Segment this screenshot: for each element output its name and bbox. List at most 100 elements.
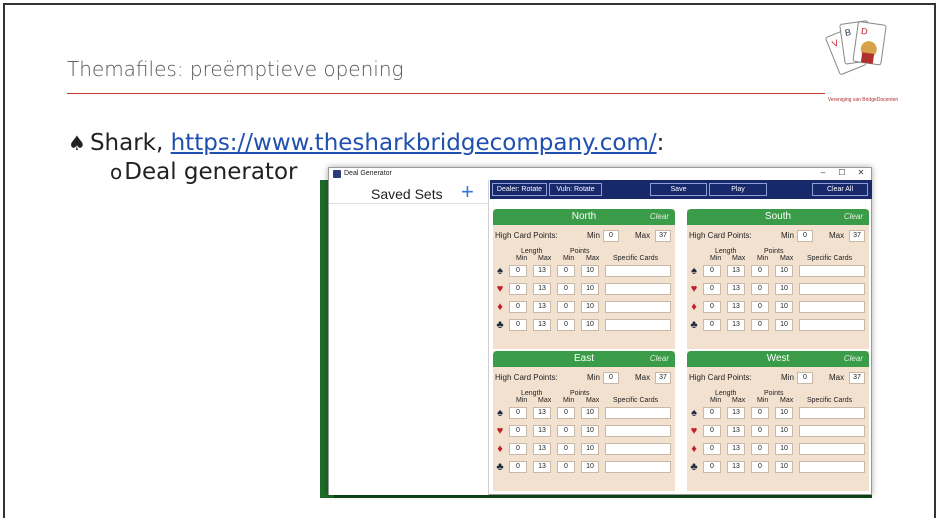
- hcp-max-input[interactable]: 37: [849, 372, 865, 384]
- hcp-min-input[interactable]: 0: [797, 372, 813, 384]
- points-min-input[interactable]: 0: [751, 301, 769, 313]
- points-max-input[interactable]: 10: [581, 265, 599, 277]
- hcp-max-input[interactable]: 37: [655, 372, 671, 384]
- specific-cards-input[interactable]: [799, 301, 865, 313]
- points-max-input[interactable]: 10: [581, 283, 599, 295]
- points-min-input[interactable]: 0: [557, 443, 575, 455]
- length-min-input[interactable]: 0: [703, 425, 721, 437]
- length-min-input[interactable]: 0: [703, 461, 721, 473]
- length-min-input[interactable]: 0: [509, 283, 527, 295]
- specific-cards-input[interactable]: [605, 407, 671, 419]
- specific-cards-input[interactable]: [799, 461, 865, 473]
- points-max-input[interactable]: 10: [581, 425, 599, 437]
- specific-cards-input[interactable]: [605, 461, 671, 473]
- specific-cards-input[interactable]: [799, 407, 865, 419]
- specific-cards-input[interactable]: [799, 283, 865, 295]
- specific-cards-input[interactable]: [799, 443, 865, 455]
- length-max-input[interactable]: 13: [727, 265, 745, 277]
- points-min-input[interactable]: 0: [751, 283, 769, 295]
- points-max-input[interactable]: 10: [775, 461, 793, 473]
- points-max-input[interactable]: 10: [775, 265, 793, 277]
- clear-hand-button[interactable]: Clear: [844, 212, 863, 221]
- points-max-input[interactable]: 10: [581, 319, 599, 331]
- close-button[interactable]: ✕: [851, 168, 871, 177]
- hcp-max-input[interactable]: 37: [849, 230, 865, 242]
- length-min-input[interactable]: 0: [509, 443, 527, 455]
- points-min-input[interactable]: 0: [751, 425, 769, 437]
- clear-hand-button[interactable]: Clear: [650, 212, 669, 221]
- length-max-input[interactable]: 13: [533, 461, 551, 473]
- specific-cards-input[interactable]: [799, 425, 865, 437]
- points-max-input[interactable]: 10: [775, 443, 793, 455]
- specific-cards-input[interactable]: [605, 425, 671, 437]
- dealer-button[interactable]: Dealer: Rotate: [492, 183, 547, 196]
- points-min-input[interactable]: 0: [557, 301, 575, 313]
- minimize-button[interactable]: –: [813, 168, 833, 177]
- clear-hand-button[interactable]: Clear: [650, 354, 669, 363]
- points-max-input[interactable]: 10: [581, 301, 599, 313]
- length-min-input[interactable]: 0: [703, 319, 721, 331]
- points-min-input[interactable]: 0: [557, 407, 575, 419]
- length-max-input[interactable]: 13: [727, 443, 745, 455]
- length-min-input[interactable]: 0: [509, 319, 527, 331]
- points-min-input[interactable]: 0: [557, 319, 575, 331]
- shark-link[interactable]: https://www.thesharkbridgecompany.com/: [171, 130, 657, 156]
- vuln-button[interactable]: Vuln: Rotate: [549, 183, 602, 196]
- hcp-min-input[interactable]: 0: [797, 230, 813, 242]
- length-min-input[interactable]: 0: [703, 407, 721, 419]
- specific-cards-input[interactable]: [605, 283, 671, 295]
- points-min-input[interactable]: 0: [557, 283, 575, 295]
- specific-cards-input[interactable]: [605, 443, 671, 455]
- points-min-input[interactable]: 0: [751, 319, 769, 331]
- points-max-input[interactable]: 10: [581, 461, 599, 473]
- points-min-input[interactable]: 0: [751, 265, 769, 277]
- length-max-input[interactable]: 13: [533, 319, 551, 331]
- hcp-min-input[interactable]: 0: [603, 230, 619, 242]
- length-max-input[interactable]: 13: [727, 319, 745, 331]
- length-max-input[interactable]: 13: [533, 301, 551, 313]
- specific-cards-input[interactable]: [605, 319, 671, 331]
- hcp-max-input[interactable]: 37: [655, 230, 671, 242]
- points-max-input[interactable]: 10: [775, 301, 793, 313]
- length-min-input[interactable]: 0: [509, 301, 527, 313]
- length-min-input[interactable]: 0: [509, 407, 527, 419]
- save-button[interactable]: Save: [650, 183, 707, 196]
- points-max-input[interactable]: 10: [581, 407, 599, 419]
- length-max-input[interactable]: 13: [727, 283, 745, 295]
- clear-hand-button[interactable]: Clear: [844, 354, 863, 363]
- length-max-input[interactable]: 13: [533, 443, 551, 455]
- length-min-input[interactable]: 0: [509, 425, 527, 437]
- points-min-input[interactable]: 0: [751, 443, 769, 455]
- specific-cards-input[interactable]: [799, 265, 865, 277]
- length-min-input[interactable]: 0: [703, 265, 721, 277]
- length-min-input[interactable]: 0: [509, 265, 527, 277]
- points-min-input[interactable]: 0: [557, 265, 575, 277]
- length-min-input[interactable]: 0: [703, 443, 721, 455]
- points-min-input[interactable]: 0: [751, 461, 769, 473]
- clear-all-button[interactable]: Clear All: [812, 183, 868, 196]
- points-max-input[interactable]: 10: [775, 319, 793, 331]
- play-button[interactable]: Play: [709, 183, 767, 196]
- points-min-input[interactable]: 0: [557, 425, 575, 437]
- specific-cards-input[interactable]: [605, 265, 671, 277]
- maximize-button[interactable]: ☐: [832, 168, 852, 177]
- specific-cards-input[interactable]: [605, 301, 671, 313]
- points-max-input[interactable]: 10: [775, 407, 793, 419]
- specific-cards-input[interactable]: [799, 319, 865, 331]
- length-max-input[interactable]: 13: [533, 425, 551, 437]
- length-max-input[interactable]: 13: [727, 461, 745, 473]
- length-max-input[interactable]: 13: [727, 425, 745, 437]
- length-max-input[interactable]: 13: [533, 283, 551, 295]
- add-set-button[interactable]: +: [461, 180, 474, 204]
- hcp-min-input[interactable]: 0: [603, 372, 619, 384]
- length-min-input[interactable]: 0: [509, 461, 527, 473]
- length-min-input[interactable]: 0: [703, 301, 721, 313]
- points-max-input[interactable]: 10: [775, 283, 793, 295]
- length-max-input[interactable]: 13: [533, 265, 551, 277]
- points-min-input[interactable]: 0: [751, 407, 769, 419]
- points-max-input[interactable]: 10: [775, 425, 793, 437]
- points-max-input[interactable]: 10: [581, 443, 599, 455]
- length-min-input[interactable]: 0: [703, 283, 721, 295]
- length-max-input[interactable]: 13: [727, 301, 745, 313]
- length-max-input[interactable]: 13: [727, 407, 745, 419]
